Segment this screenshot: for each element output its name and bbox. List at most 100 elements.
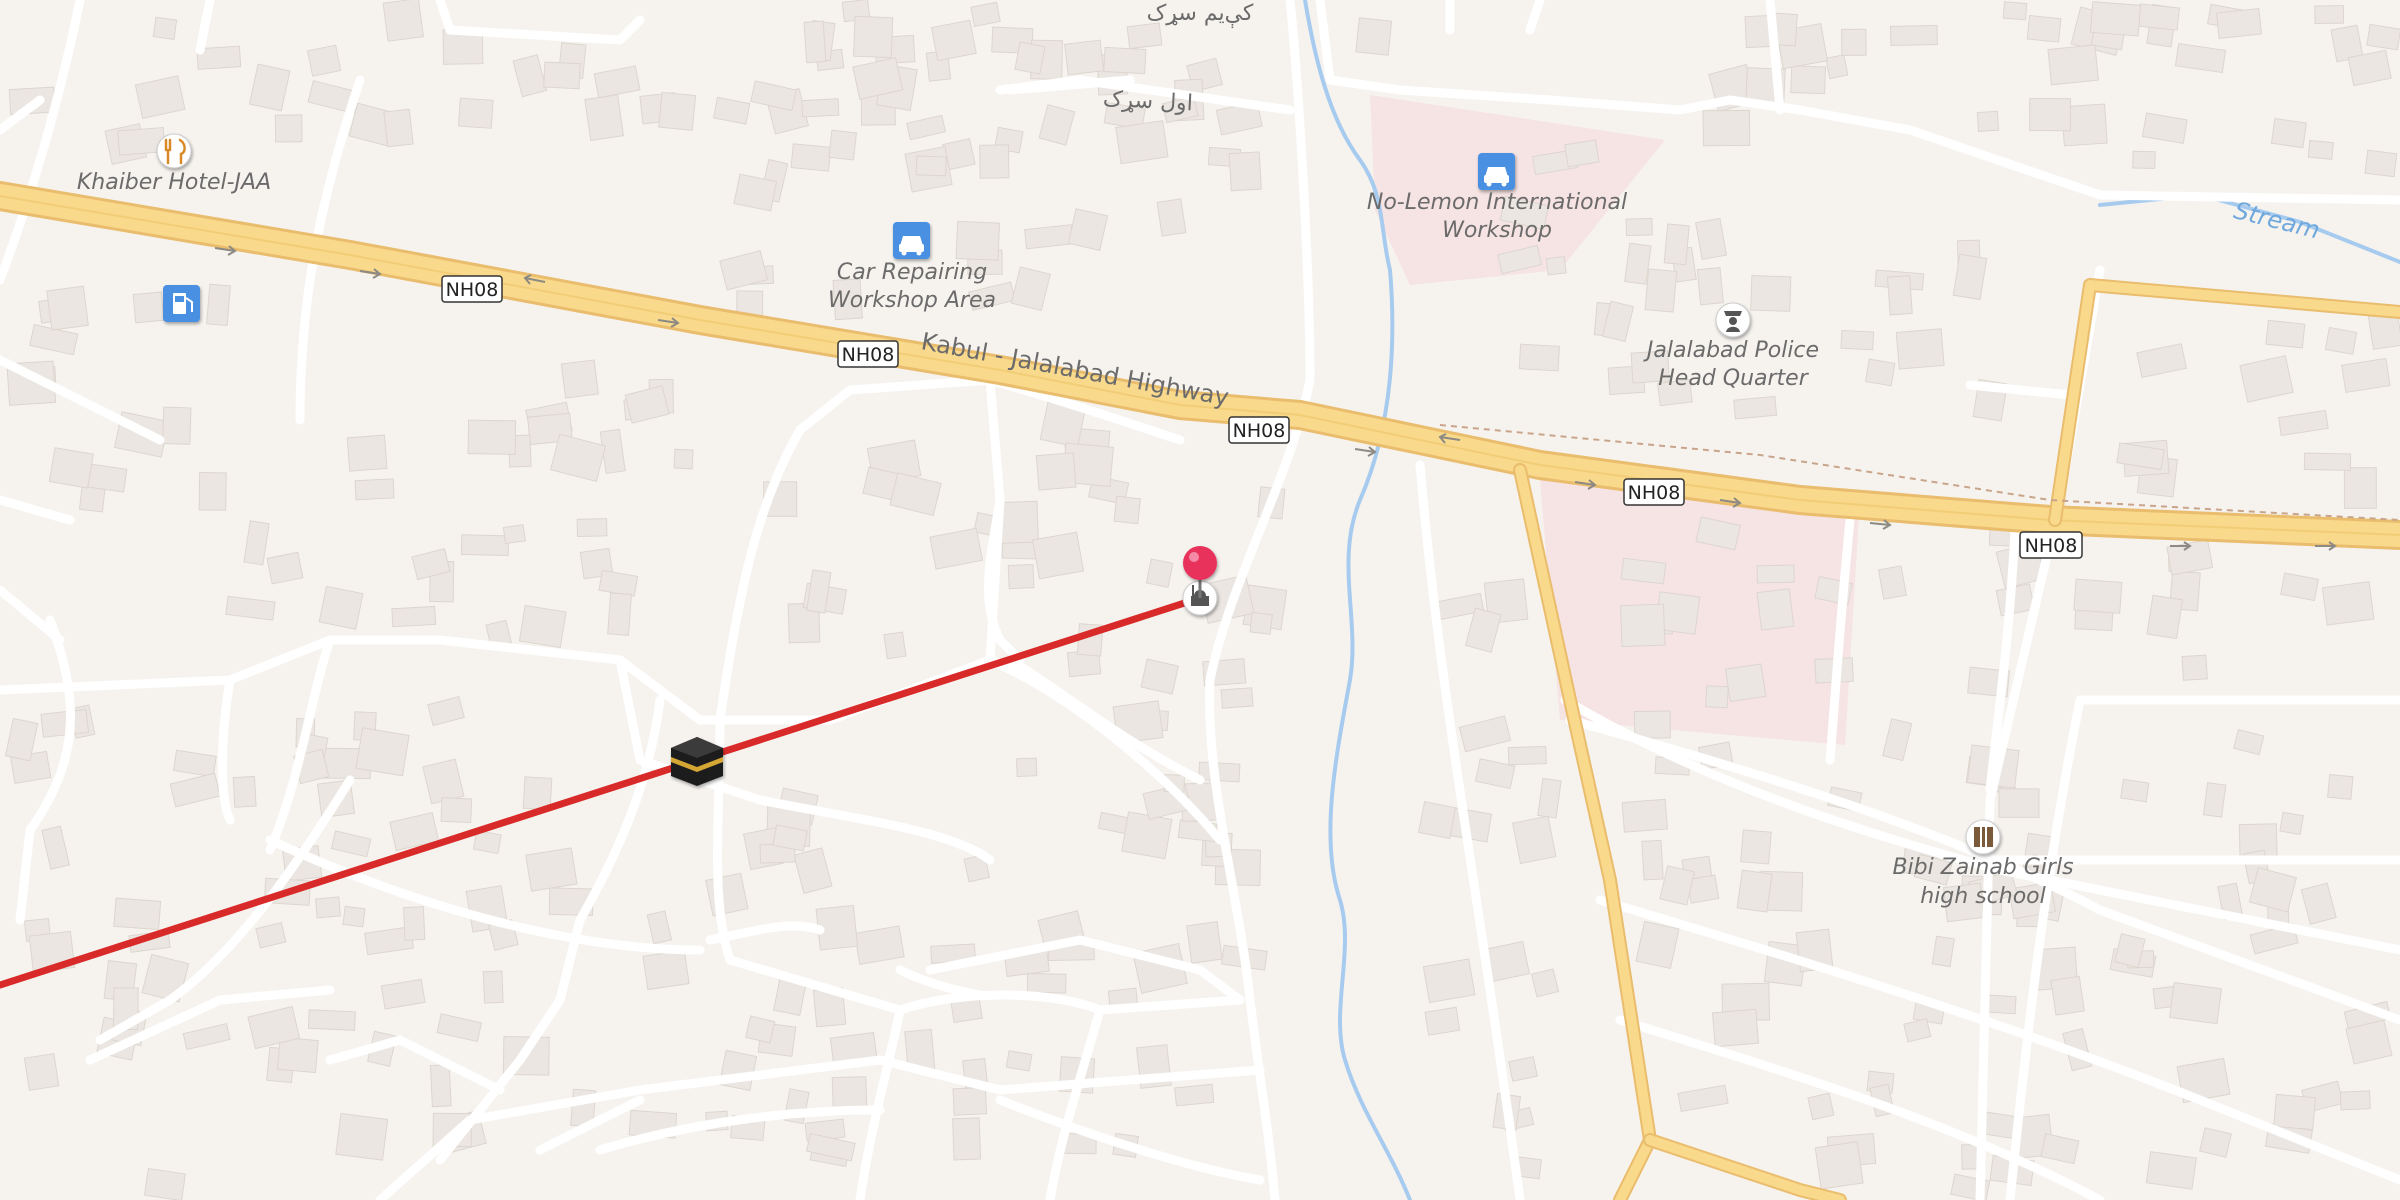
building [355, 727, 410, 777]
building [391, 605, 437, 628]
building [2273, 1093, 2317, 1131]
building [1756, 588, 1795, 631]
building [1422, 958, 1476, 1004]
car-icon[interactable] [1478, 153, 1515, 190]
building [1663, 223, 1690, 266]
building [930, 19, 977, 62]
building [2215, 7, 2263, 40]
school-icon[interactable] [1965, 819, 2001, 855]
building [206, 283, 231, 327]
building [40, 708, 90, 738]
building [718, 1049, 758, 1092]
building [1026, 973, 1067, 994]
building [1103, 46, 1147, 75]
building [315, 896, 341, 919]
building [2303, 452, 2352, 471]
building [1417, 801, 1457, 840]
building [952, 1117, 982, 1161]
building [1145, 558, 1174, 588]
building [2279, 811, 2304, 836]
building [2146, 594, 2184, 640]
building [658, 91, 697, 131]
building [2327, 774, 2354, 800]
svg-text:NH08: NH08 [446, 279, 499, 301]
building [152, 16, 178, 40]
building [306, 44, 342, 77]
building [440, 797, 473, 824]
building [1621, 798, 1669, 833]
building [1067, 208, 1109, 251]
building [2002, 1, 2028, 21]
building [457, 97, 494, 129]
building [1156, 198, 1187, 237]
street-label-first: اول سړک [1102, 87, 1193, 117]
building [584, 94, 625, 142]
map-view[interactable]: NH08 NH08 NH08 NH08 NH08 Kabul - Jalalab… [0, 0, 2400, 1200]
building [143, 1167, 187, 1200]
building [1015, 757, 1038, 778]
route-shield-3: NH08 [1228, 416, 1290, 444]
police-icon[interactable] [1715, 302, 1751, 338]
building [1512, 815, 1557, 865]
building [318, 585, 364, 630]
fuel-icon[interactable] [163, 285, 200, 322]
building [2145, 1151, 2197, 1190]
building [502, 524, 526, 545]
building [2050, 975, 2085, 1016]
building [1564, 139, 1600, 168]
building [560, 359, 599, 399]
police-label-line2: Head Quarter [1658, 366, 1809, 391]
svg-text:NH08: NH08 [1233, 420, 1286, 442]
route-shield-5: NH08 [2019, 531, 2083, 559]
building [2089, 1, 2142, 37]
building [2307, 139, 2334, 160]
building [162, 406, 192, 445]
building [518, 604, 567, 649]
building [1985, 994, 2017, 1015]
building [1740, 829, 1772, 865]
building [1931, 935, 1955, 968]
building [1705, 685, 1729, 709]
building [1736, 869, 1773, 913]
building [705, 872, 749, 917]
building [1807, 1092, 1835, 1121]
building [607, 592, 632, 636]
building [1814, 1141, 1864, 1190]
building [1485, 940, 1531, 982]
car-icon[interactable] [893, 222, 930, 259]
building [2137, 3, 2181, 31]
building [266, 551, 304, 585]
workshop-label-line1: No-Lemon International [1367, 190, 1627, 215]
building [113, 897, 162, 931]
building [1249, 611, 1273, 635]
building [790, 143, 832, 172]
building [853, 15, 894, 59]
building [1530, 968, 1560, 998]
building [2343, 467, 2377, 509]
building [2029, 98, 2072, 132]
building [382, 0, 424, 42]
restaurant-icon[interactable] [156, 133, 192, 169]
building [2202, 782, 2227, 818]
building [48, 447, 94, 489]
building [1355, 17, 1393, 56]
building [1825, 54, 1849, 80]
building [1064, 39, 1105, 76]
building [1174, 1083, 1215, 1107]
building [1424, 1006, 1461, 1036]
building [276, 1036, 319, 1074]
building [23, 1053, 60, 1091]
building [1007, 563, 1035, 590]
building [2265, 319, 2306, 349]
building [1696, 267, 1724, 306]
building [1750, 275, 1792, 312]
building [2169, 981, 2223, 1025]
building [803, 20, 827, 64]
building [1031, 531, 1085, 580]
building [1756, 564, 1795, 584]
building [955, 220, 1001, 261]
building [1633, 710, 1671, 739]
building [1507, 745, 1547, 766]
building [883, 631, 907, 660]
building [46, 285, 89, 331]
